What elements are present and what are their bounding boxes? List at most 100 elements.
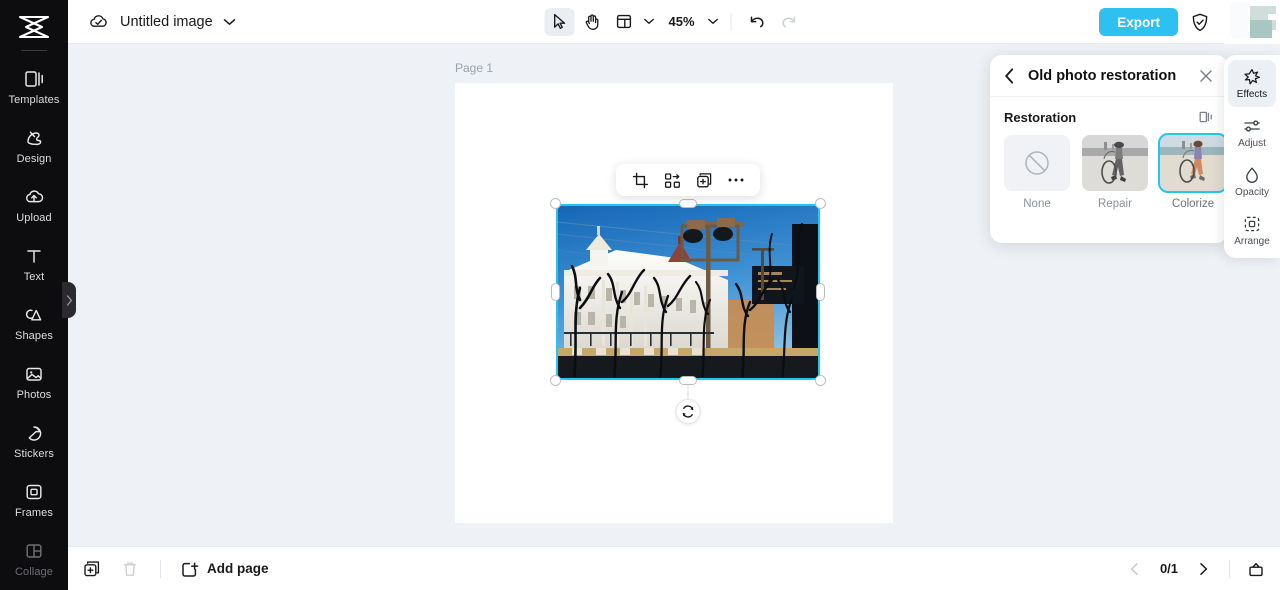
restoration-option-repair[interactable]: Repair (1082, 135, 1148, 210)
export-button[interactable]: Export (1099, 8, 1178, 36)
bottom-bar-left: Add page (78, 555, 269, 583)
page-counter: 0/1 (1159, 561, 1179, 576)
page-label: Page 1 (455, 61, 494, 75)
upload-icon (23, 186, 45, 208)
option-label: Colorize (1171, 198, 1215, 210)
option-label: None (1023, 198, 1051, 210)
sidebar-item-templates[interactable]: Templates (0, 57, 68, 116)
rail-label: Arrange (1234, 236, 1270, 247)
sidebar-collapse-handle[interactable] (62, 282, 76, 318)
sidebar-item-collage[interactable]: Collage (0, 529, 68, 588)
rail-item-arrange[interactable]: Arrange (1228, 207, 1276, 254)
zoom-level-value[interactable]: 45% (668, 14, 694, 29)
sidebar-item-photos[interactable]: Photos (0, 352, 68, 411)
resize-handle-top[interactable] (679, 199, 697, 208)
option-thumbnail-none (1004, 135, 1070, 191)
present-button[interactable] (1242, 555, 1270, 583)
droplet-icon (1243, 165, 1262, 184)
duplicate-page-button[interactable] (78, 555, 106, 583)
sidebar-label: Photos (16, 388, 52, 401)
document-title[interactable]: Untitled image (120, 14, 213, 30)
redo-button[interactable] (774, 8, 804, 36)
restoration-section-header: Restoration (990, 97, 1228, 125)
design-icon (23, 127, 45, 149)
bottom-bar-divider (160, 559, 161, 578)
top-toolbar: Untitled image 45% Export (68, 0, 1280, 44)
arrange-icon (1243, 214, 1262, 233)
zoom-dropdown-caret-icon[interactable] (705, 10, 721, 34)
sidebar-item-design[interactable]: Design (0, 116, 68, 175)
rail-item-adjust[interactable]: Adjust (1228, 109, 1276, 156)
capcut-logo-icon[interactable] (14, 10, 54, 44)
delete-page-button[interactable] (116, 555, 144, 583)
sidebar-label: Design (16, 152, 52, 165)
before-after-compare-icon[interactable] (1198, 109, 1214, 125)
duplicate-button[interactable] (690, 167, 718, 193)
sidebar-label: Shapes (15, 329, 53, 342)
text-icon (23, 245, 45, 267)
object-context-toolbar (616, 164, 760, 196)
sidebar-item-upload[interactable]: Upload (0, 175, 68, 234)
canvas-tools-group: 45% (544, 7, 804, 36)
rail-item-effects[interactable]: Effects (1228, 60, 1276, 107)
chevron-down-icon[interactable] (223, 15, 237, 29)
layout-tool-button[interactable] (608, 8, 638, 36)
bottom-bar: Add page 0/1 (68, 546, 1280, 590)
next-page-button[interactable] (1189, 555, 1217, 583)
shield-check-icon[interactable] (1190, 11, 1212, 33)
page-sheet[interactable] (455, 83, 893, 523)
sidebar-label: Upload (16, 211, 52, 224)
restoration-option-colorize[interactable]: Colorize (1158, 133, 1228, 210)
resize-handle-bottom[interactable] (679, 376, 697, 385)
resize-handle-right[interactable] (816, 283, 825, 301)
frames-icon (23, 481, 45, 503)
app-root: Templates Design Upload Text Shapes Phot… (0, 0, 1280, 590)
prev-page-button[interactable] (1121, 555, 1149, 583)
resize-handle-bottom-left[interactable] (550, 375, 561, 386)
selected-image-object[interactable] (550, 198, 826, 424)
select-tool-button[interactable] (544, 7, 575, 36)
sidebar-label: Collage (14, 565, 53, 578)
photos-icon (23, 363, 45, 385)
toolbar-divider (730, 12, 732, 31)
stickers-icon (23, 422, 45, 444)
sidebar-item-text[interactable]: Text (0, 234, 68, 293)
crop-button[interactable] (626, 167, 654, 193)
user-avatar[interactable] (1224, 0, 1280, 44)
sidebar-item-shapes[interactable]: Shapes (0, 293, 68, 352)
sidebar-item-frames[interactable]: Frames (0, 470, 68, 529)
sidebar-item-stickers[interactable]: Stickers (0, 411, 68, 470)
option-thumbnail-repair (1082, 135, 1148, 191)
restoration-option-none[interactable]: None (1004, 135, 1070, 210)
bottom-bar-divider-right (1229, 559, 1230, 578)
resize-handle-top-left[interactable] (550, 198, 561, 209)
close-icon[interactable] (1198, 67, 1216, 85)
photo-thumbnail (556, 204, 820, 380)
resize-handle-left[interactable] (551, 283, 560, 301)
shapes-icon (23, 304, 45, 326)
rotate-handle[interactable] (675, 399, 701, 424)
cloud-sync-icon[interactable] (88, 11, 110, 33)
rail-label: Effects (1236, 89, 1268, 100)
add-page-button[interactable]: Add page (181, 560, 269, 578)
rail-label: Adjust (1238, 138, 1266, 149)
sidebar-label: Text (23, 270, 45, 283)
add-page-label: Add page (207, 561, 269, 576)
option-label: Repair (1098, 198, 1132, 210)
undo-button[interactable] (742, 8, 772, 36)
collage-icon (23, 540, 45, 562)
chevron-left-icon[interactable] (1004, 67, 1020, 84)
replace-image-button[interactable] (658, 167, 686, 193)
layout-dropdown-caret-icon[interactable] (640, 10, 656, 34)
resize-handle-top-right[interactable] (815, 198, 826, 209)
right-tool-rail: Effects Adjust Opacity Arrange (1224, 55, 1280, 258)
sliders-icon (1243, 116, 1262, 135)
bottom-bar-right: 0/1 (1121, 555, 1270, 583)
more-options-button[interactable] (722, 167, 750, 193)
rail-item-opacity[interactable]: Opacity (1228, 158, 1276, 205)
resize-handle-bottom-right[interactable] (815, 375, 826, 386)
sidebar-label: Templates (8, 93, 60, 106)
panel-header: Old photo restoration (990, 55, 1228, 97)
hand-tool-button[interactable] (576, 8, 606, 36)
left-sidebar: Templates Design Upload Text Shapes Phot… (0, 0, 68, 590)
